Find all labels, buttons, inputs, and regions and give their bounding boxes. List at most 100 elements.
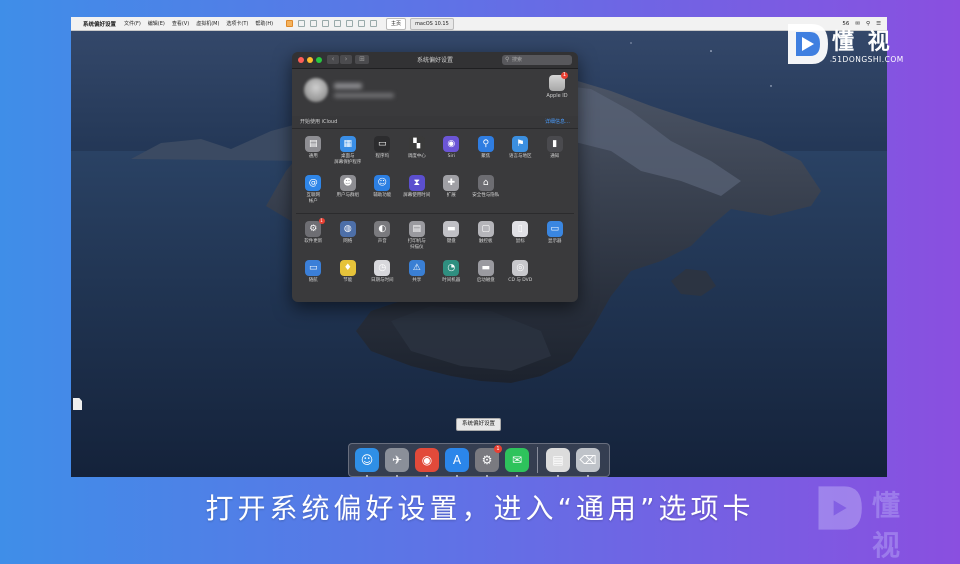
running-indicator [456,475,458,477]
users-groups-icon: ☻ [339,175,356,191]
active-app-name[interactable]: 系统偏好设置 [83,20,116,28]
stretch-icon[interactable] [370,20,378,27]
fullscreen-icon[interactable] [334,20,342,27]
pane-cd-dvd[interactable]: ◎ CD 与 DVD [503,256,538,295]
pane-mouse[interactable]: ▯ 鼠标 [503,217,538,256]
pane-label: 用户与群组 [336,193,360,198]
pane-date-time[interactable]: ◷ 日期与时间 [365,256,400,295]
pane-spotlight[interactable]: ⚲ 聚焦 [469,132,504,171]
unity-icon[interactable] [346,20,354,27]
restore-icon[interactable] [310,20,318,27]
pane-trackpad[interactable]: ▢ 触控板 [469,217,504,256]
dock-app-store-icon[interactable]: A [445,448,469,477]
trackpad-icon: ▢ [477,221,494,237]
pane-row: ▤ 通用 ▦ 桌面与 屏幕保护程序 ▭ 程序坞 ▚ 调度中心 ◉ Siri ⚲ 聚焦 ⚑ 语言与地区 ▮ 通知 [296,132,574,171]
dock-trash-icon[interactable]: ⌫ [576,448,600,477]
printers-scanners-icon: ▤ [408,221,425,237]
account-section: 1 Apple ID [292,69,578,116]
apple-id-pane[interactable]: 1 Apple ID [544,72,570,99]
pane-label: 软件更新 [304,239,323,244]
pane-printers-scanners[interactable]: ▤ 打印机与 扫描仪 [400,217,435,256]
extensions-icon: ✚ [443,175,460,191]
avatar[interactable] [304,78,328,102]
pane-network[interactable]: ◍ 网络 [331,217,366,256]
pane-label: 键盘 [446,239,456,244]
network-icon: ◍ [339,221,356,237]
console-icon[interactable] [358,20,366,27]
dock-chrome-icon[interactable]: ◉ [415,448,439,477]
pane-label: 聚焦 [481,154,491,159]
dock-system-preferences-icon[interactable]: ⚙ 1 [475,445,502,477]
desktop-screensaver-icon: ▦ [339,136,356,152]
dock-finder-icon[interactable]: ☺ [355,448,379,477]
icloud-banner: 开始使用 iCloud 详细信息… [292,116,578,129]
pane-label: CD 与 DVD [508,278,533,283]
security-privacy-icon: ⌂ [477,175,494,191]
pane-users-groups[interactable]: ☻ 用户与群组 [331,171,366,210]
pane-label: 共享 [412,278,422,283]
search-icon: ⚲ [505,56,510,63]
system-preferences-window: ‹ › ⊞ 系统偏好设置 ⚲ 搜索 1 Apple ID 开始使用 iCloud… [292,52,578,302]
pane-security-privacy[interactable]: ⌂ 安全性与隐私 [469,171,504,210]
dock-wechat-icon[interactable]: ✉ [505,448,529,477]
desktop-file-icon[interactable] [73,398,82,410]
app-store-glyph: A [452,453,462,467]
pane-sidecar[interactable]: ▭ 随航 [296,256,331,295]
mission-control-icon: ▚ [408,136,425,152]
pane-label: 触控板 [479,239,493,244]
desktop[interactable]: ‹ › ⊞ 系统偏好设置 ⚲ 搜索 1 Apple ID 开始使用 iCloud… [71,31,887,477]
dock: ☺ ✈ ◉ A ⚙ 1 ✉ ▤ ⌫ [348,443,610,477]
pane-accessibility[interactable]: ☺ 辅助功能 [365,171,400,210]
pane-software-update[interactable]: ⚙ 1 软件更新 [296,217,331,256]
menu-help[interactable]: 帮助(H) [255,20,273,27]
tab-home[interactable]: 主页 [386,17,407,30]
pane-language-region[interactable]: ⚑ 语言与地区 [503,132,538,171]
preference-panes-grid: ▤ 通用 ▦ 桌面与 屏幕保护程序 ▭ 程序坞 ▚ 调度中心 ◉ Siri ⚲ 聚焦 ⚑ 语言与地区 ▮ 通知… [292,129,578,295]
language-region-icon: ⚑ [512,136,529,152]
pane-sharing[interactable]: ⚠ 共享 [400,256,435,295]
pane-label: 显示器 [548,239,562,244]
finder-glyph: ☺ [360,453,374,467]
pane-keyboard[interactable]: ▬ 键盘 [434,217,469,256]
menu-edit[interactable]: 编辑(E) [148,20,165,27]
menu-vm[interactable]: 虚拟机(M) [196,20,219,27]
pane-notifications[interactable]: ▮ 通知 [538,132,573,171]
menu-view[interactable]: 查看(V) [172,20,189,27]
icloud-details-link[interactable]: 详细信息… [545,116,570,128]
dock-document-icon[interactable]: ▤ [546,448,570,477]
pane-mission-control[interactable]: ▚ 调度中心 [400,132,435,171]
running-indicator [557,475,559,477]
tab-macos[interactable]: macOS 10.15 [410,17,454,30]
pane-row: ⚙ 1 软件更新 ◍ 网络 ◐ 声音 ▤ 打印机与 扫描仪 ▬ 键盘 ▢ 触控板 ▯ 鼠标 ▭ 显示器 [296,217,574,256]
pane-energy-saver[interactable]: ♦ 节能 [331,256,366,295]
window-titlebar[interactable]: ‹ › ⊞ 系统偏好设置 ⚲ 搜索 [292,52,578,69]
manager-icon[interactable] [322,20,330,27]
pane-label: 安全性与隐私 [472,193,500,198]
pane-extensions[interactable]: ✚ 扩展 [434,171,469,210]
running-indicator [587,475,589,477]
pane-dock[interactable]: ▭ 程序坞 [365,132,400,171]
running-indicator [366,475,368,477]
pane-general[interactable]: ▤ 通用 [296,132,331,171]
menu-tabs[interactable]: 选项卡(T) [226,20,248,27]
sound-icon: ◐ [374,221,391,237]
pane-siri[interactable]: ◉ Siri [434,132,469,171]
menu-file[interactable]: 文件(F) [124,20,141,27]
snapshot-icon[interactable] [298,20,306,27]
pane-desktop-screensaver[interactable]: ▦ 桌面与 屏幕保护程序 [331,132,366,171]
pane-internet-accounts[interactable]: @ 互联网 帐户 [296,171,331,210]
cd-dvd-icon: ◎ [512,260,529,276]
dock-icon: ▭ [374,136,391,152]
dock-launchpad-icon[interactable]: ✈ [385,448,409,477]
pane-screen-time[interactable]: ⧗ 屏幕使用时间 [400,171,435,210]
pane-time-machine[interactable]: ◔ 时间机器 [434,256,469,295]
dock-divider [537,447,538,473]
pause-icon[interactable] [286,20,294,27]
brand-mark-icon [788,24,828,64]
grid-separator [296,213,574,214]
search-field[interactable]: ⚲ 搜索 [502,55,572,65]
pane-startup-disk[interactable]: ▬ 启动磁盘 [469,256,504,295]
icloud-hint: 开始使用 iCloud [300,119,338,125]
pane-sound[interactable]: ◐ 声音 [365,217,400,256]
pane-displays[interactable]: ▭ 显示器 [538,217,573,256]
